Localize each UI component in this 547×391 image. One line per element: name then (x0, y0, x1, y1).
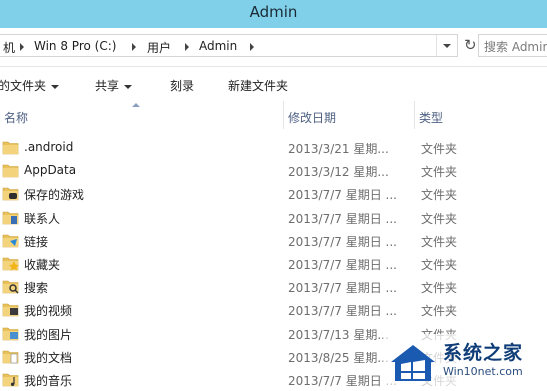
file-date: 2013/7/7 星期日 ... (288, 257, 397, 272)
file-date: 2013/7/7 星期日 ... (288, 234, 397, 249)
documents-icon (2, 349, 19, 364)
file-date: 2013/7/7 星期日 ... (288, 304, 397, 319)
search-input[interactable]: 搜索 Admin (478, 34, 547, 57)
videos-icon (2, 302, 19, 317)
file-type: 文件夹 (421, 211, 458, 226)
chevron-right-icon[interactable] (185, 43, 189, 51)
file-type: 文件夹 (421, 304, 458, 319)
file-name: 链接 (24, 234, 49, 249)
column-date-modified[interactable]: 修改日期 (284, 101, 415, 129)
folder-icon (2, 163, 19, 178)
column-type[interactable]: 类型 (415, 101, 547, 129)
list-item[interactable]: 链接 2013/7/7 星期日 ... 文件夹 (0, 229, 547, 252)
new-folder-button[interactable]: 新建文件夹 (228, 77, 288, 94)
file-date: 2013/3/12 星期... (288, 165, 389, 180)
file-name: 我的视频 (24, 304, 73, 319)
share-button[interactable]: 共享 (95, 77, 133, 94)
file-date: 2013/3/21 星期... (288, 142, 389, 156)
file-date: 2013/7/7 星期日 ... (288, 211, 397, 226)
command-bar: 的文件夹 共享 刻录 新建文件夹 (0, 67, 547, 101)
list-item[interactable]: 联系人 2013/7/7 星期日 ... 文件夹 (0, 206, 547, 229)
breadcrumb-drive[interactable]: Win 8 Pro (C:) (34, 39, 116, 53)
file-name: 我的图片 (24, 327, 73, 342)
file-type: 文件夹 (421, 188, 458, 203)
include-in-library-button[interactable]: 的文件夹 (0, 77, 60, 94)
file-type: 文件夹 (421, 165, 458, 180)
burn-button[interactable]: 刻录 (170, 77, 194, 94)
window-title: Admin (249, 3, 298, 21)
column-header: 名称 修改日期 类型 (0, 101, 547, 129)
address-row: 机 Win 8 Pro (C:) 用户 Admin ↻ 搜索 Admin (0, 28, 547, 67)
house-logo-icon (391, 345, 435, 381)
chevron-down-icon (51, 84, 60, 89)
saved-games-icon (2, 186, 19, 201)
file-name: 搜索 (24, 281, 49, 296)
file-date: 2013/8/25 星期... (288, 350, 389, 365)
file-name: 我的音乐 (24, 373, 73, 388)
breadcrumb-admin[interactable]: Admin (199, 39, 237, 53)
file-name: 联系人 (24, 211, 61, 226)
pictures-icon (2, 326, 19, 341)
music-icon (2, 372, 19, 387)
list-item[interactable]: 收藏夹 2013/7/7 星期日 ... 文件夹 (0, 252, 547, 275)
file-name: 收藏夹 (24, 257, 61, 272)
file-type: 文件夹 (421, 257, 458, 272)
title-bar: Admin (0, 0, 547, 28)
refresh-icon: ↻ (464, 36, 477, 54)
file-name: 保存的游戏 (24, 188, 85, 203)
chevron-down-icon (124, 84, 133, 89)
contacts-icon (2, 210, 19, 225)
chevron-right-icon[interactable] (250, 43, 254, 51)
searches-icon (2, 279, 19, 294)
list-item[interactable]: 搜索 2013/7/7 星期日 ... 文件夹 (0, 275, 547, 298)
list-item[interactable]: AppData 2013/3/12 星期... 文件夹 (0, 159, 547, 182)
sort-ascending-icon (132, 103, 140, 107)
watermark: 系统之家 Win10net.com (383, 334, 547, 389)
chevron-down-icon (443, 44, 451, 48)
search-placeholder: 搜索 Admin (484, 40, 547, 54)
breadcrumb-users[interactable]: 用户 (147, 39, 171, 56)
address-bar[interactable]: 机 Win 8 Pro (C:) 用户 Admin (0, 34, 458, 57)
chevron-right-icon[interactable] (132, 43, 136, 51)
list-item[interactable]: .android 2013/3/21 星期... 文件夹 (0, 136, 547, 159)
watermark-title: 系统之家 (443, 342, 524, 364)
refresh-button[interactable]: ↻ (464, 34, 477, 57)
chevron-right-icon[interactable] (20, 43, 24, 51)
address-history-dropdown[interactable] (436, 35, 457, 56)
watermark-url: Win10net.com (443, 365, 523, 378)
file-type: 文件夹 (421, 142, 458, 156)
file-name: 我的文档 (24, 350, 73, 365)
file-type: 文件夹 (421, 281, 458, 296)
column-name[interactable]: 名称 (0, 101, 284, 129)
list-item[interactable]: 保存的游戏 2013/7/7 星期日 ... 文件夹 (0, 182, 547, 205)
file-date: 2013/7/7 星期日 ... (288, 373, 397, 388)
list-item[interactable]: 我的视频 2013/7/7 星期日 ... 文件夹 (0, 298, 547, 321)
file-date: 2013/7/7 星期日 ... (288, 188, 397, 203)
file-date: 2013/7/13 星期... (288, 327, 389, 342)
file-type: 文件夹 (421, 234, 458, 249)
file-name: AppData (24, 163, 77, 178)
file-name: .android (24, 140, 74, 154)
folder-icon (2, 140, 19, 155)
links-icon (2, 233, 19, 248)
breadcrumb-computer[interactable]: 机 (3, 39, 15, 56)
file-date: 2013/7/7 星期日 ... (288, 281, 397, 296)
favorites-icon (2, 256, 19, 271)
